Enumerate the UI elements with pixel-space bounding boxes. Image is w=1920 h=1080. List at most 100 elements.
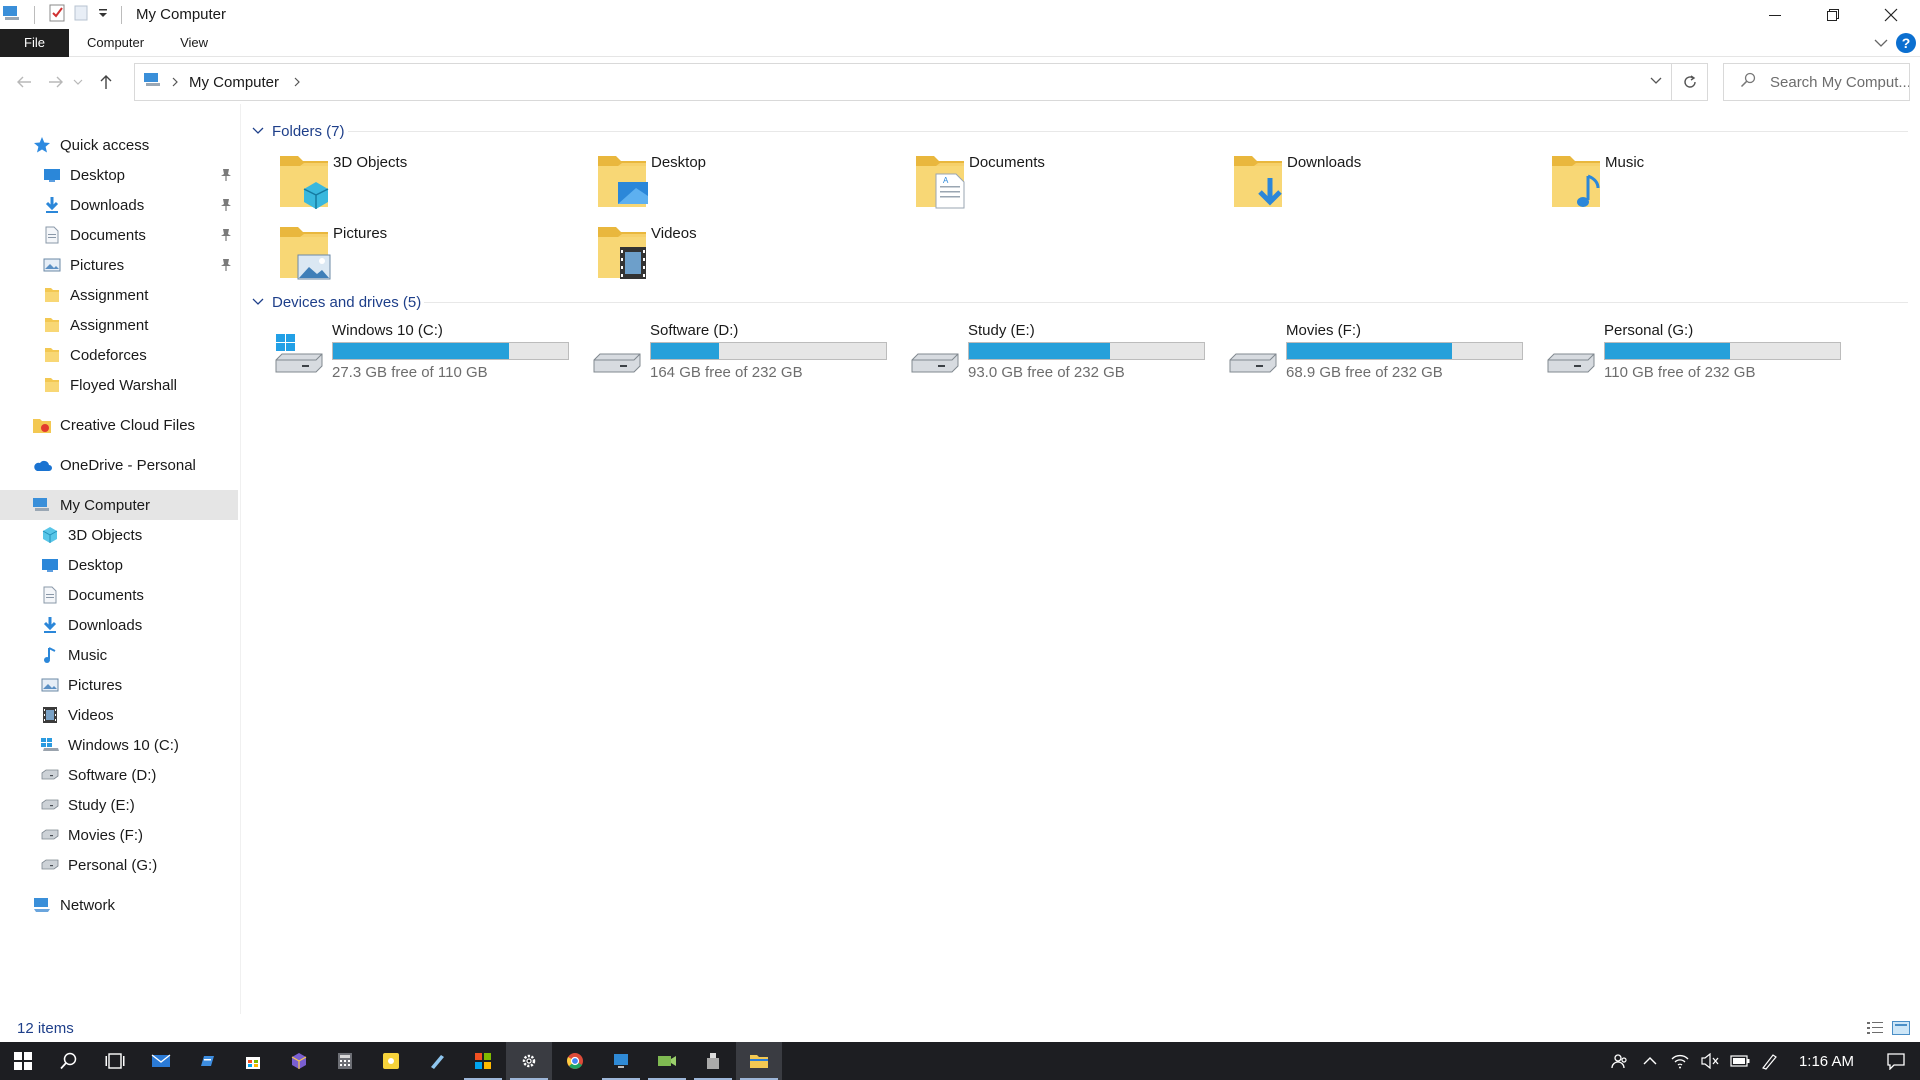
- folder-tile-music[interactable]: Music: [1548, 152, 1848, 216]
- chevron-down-icon[interactable]: [1649, 74, 1663, 92]
- battery-icon[interactable]: [1725, 1042, 1755, 1080]
- people-icon[interactable]: [1605, 1042, 1635, 1080]
- drive-tile-windows-10-c[interactable]: Windows 10 (C:) 27.3 GB free of 110 GB: [272, 322, 582, 386]
- search-input[interactable]: Search My Comput...: [1770, 74, 1909, 91]
- sidebar-item-network[interactable]: Network: [0, 890, 238, 920]
- drive-free-space: 27.3 GB free of 110 GB: [332, 364, 488, 381]
- sidebar-item-study-e[interactable]: Study (E:): [0, 790, 238, 820]
- mail-app-icon[interactable]: [138, 1042, 184, 1080]
- drive-icon: [40, 765, 60, 785]
- pen-app-icon[interactable]: [414, 1042, 460, 1080]
- sidebar-item-movies-f[interactable]: Movies (F:): [0, 820, 238, 850]
- refresh-button[interactable]: [1672, 63, 1708, 101]
- cube-app-icon[interactable]: [276, 1042, 322, 1080]
- sidebar-item-downloads[interactable]: Downloads: [0, 190, 238, 220]
- details-view-icon[interactable]: [1866, 1020, 1884, 1040]
- sidebar-item-videos[interactable]: Videos: [0, 700, 238, 730]
- sidebar-item-downloads[interactable]: Downloads: [0, 610, 238, 640]
- search-icon[interactable]: [46, 1042, 92, 1080]
- sidebar-item-music[interactable]: Music: [0, 640, 238, 670]
- drive-usage-fill: [1287, 343, 1452, 359]
- drive-tile-movies-f[interactable]: Movies (F:) 68.9 GB free of 232 GB: [1226, 322, 1536, 386]
- chevron-right-icon[interactable]: [293, 74, 301, 91]
- sidebar-item-documents[interactable]: Documents: [0, 580, 238, 610]
- folder-tile-documents[interactable]: A Documents: [912, 152, 1212, 216]
- settings-app-icon[interactable]: [506, 1042, 552, 1080]
- drive-tile-study-e[interactable]: Study (E:) 93.0 GB free of 232 GB: [908, 322, 1218, 386]
- breadcrumb-my-computer[interactable]: My Computer: [189, 74, 279, 91]
- computer-icon[interactable]: [2, 4, 22, 26]
- pane-divider[interactable]: [240, 104, 241, 1014]
- sidebar-item-3d-objects[interactable]: 3D Objects: [0, 520, 238, 550]
- tiles-view-icon[interactable]: [1892, 1020, 1910, 1040]
- start-button[interactable]: [0, 1042, 46, 1080]
- recent-locations-button[interactable]: [70, 67, 86, 97]
- calculator-app-icon[interactable]: [322, 1042, 368, 1080]
- chevron-right-icon[interactable]: [171, 74, 179, 91]
- help-icon[interactable]: ?: [1896, 33, 1916, 53]
- sidebar-item-documents[interactable]: Documents: [0, 220, 238, 250]
- usb-app-icon[interactable]: [690, 1042, 736, 1080]
- restore-button[interactable]: [1804, 0, 1862, 29]
- customize-toolbar-icon[interactable]: [97, 6, 109, 23]
- tab-view[interactable]: View: [162, 29, 226, 57]
- drive-tile-software-d[interactable]: Software (D:) 164 GB free of 232 GB: [590, 322, 900, 386]
- drive-tile-personal-g[interactable]: Personal (G:) 110 GB free of 232 GB: [1544, 322, 1854, 386]
- edge-app-icon[interactable]: [184, 1042, 230, 1080]
- clock[interactable]: 1:16 AM: [1785, 1053, 1872, 1070]
- sidebar-item-windows-10-c[interactable]: Windows 10 (C:): [0, 730, 238, 760]
- search-box[interactable]: Search My Comput...: [1723, 63, 1910, 101]
- folder-tile-3d-objects[interactable]: 3D Objects: [276, 152, 576, 216]
- chrome-app-icon[interactable]: [552, 1042, 598, 1080]
- folder-tile-downloads[interactable]: Downloads: [1230, 152, 1530, 216]
- sidebar-item-software-d[interactable]: Software (D:): [0, 760, 238, 790]
- sidebar-item-desktop[interactable]: Desktop: [0, 160, 238, 190]
- volume-muted-icon[interactable]: [1695, 1042, 1725, 1080]
- wifi-icon[interactable]: [1665, 1042, 1695, 1080]
- sidebar-item-pictures[interactable]: Pictures: [0, 250, 238, 280]
- sidebar-item-personal-g[interactable]: Personal (G:): [0, 850, 238, 880]
- remote-app-icon[interactable]: [598, 1042, 644, 1080]
- close-button[interactable]: [1862, 0, 1920, 29]
- folder-tile-videos[interactable]: Videos: [594, 223, 894, 287]
- pin-icon[interactable]: [220, 258, 232, 276]
- store-app-icon[interactable]: [230, 1042, 276, 1080]
- pen-workspace-icon[interactable]: [1755, 1042, 1785, 1080]
- sidebar-item-quick-access[interactable]: Quick access: [0, 130, 238, 160]
- sidebar-item-assignment[interactable]: Assignment: [0, 310, 238, 340]
- chevron-up-icon[interactable]: [1635, 1042, 1665, 1080]
- media-app-icon[interactable]: [644, 1042, 690, 1080]
- folder-icon: [42, 345, 62, 365]
- pin-icon[interactable]: [220, 168, 232, 186]
- back-button[interactable]: [10, 67, 38, 97]
- sticky-notes-app-icon[interactable]: [368, 1042, 414, 1080]
- sidebar-item-floyed-warshall[interactable]: Floyed Warshall: [0, 370, 238, 400]
- folder-tile-pictures[interactable]: Pictures: [276, 223, 576, 287]
- sidebar-item-onedrive[interactable]: OneDrive - Personal: [0, 450, 238, 480]
- address-bar[interactable]: My Computer: [134, 63, 1672, 101]
- drives-group-header[interactable]: Devices and drives (5): [252, 291, 421, 313]
- action-center-icon[interactable]: [1872, 1042, 1920, 1080]
- pin-icon[interactable]: [220, 198, 232, 216]
- sidebar-item-assignment[interactable]: Assignment: [0, 280, 238, 310]
- sidebar-item-pictures[interactable]: Pictures: [0, 670, 238, 700]
- tab-computer[interactable]: Computer: [69, 29, 162, 57]
- tab-file[interactable]: File: [0, 28, 69, 57]
- sidebar-item-codeforces[interactable]: Codeforces: [0, 340, 238, 370]
- forward-button[interactable]: [42, 67, 70, 97]
- file-explorer-app-icon[interactable]: [736, 1042, 782, 1080]
- pin-icon[interactable]: [220, 228, 232, 246]
- properties-icon[interactable]: [49, 4, 65, 26]
- task-view-icon[interactable]: [92, 1042, 138, 1080]
- office-app-icon[interactable]: [460, 1042, 506, 1080]
- folders-group-header[interactable]: Folders (7): [252, 120, 345, 142]
- up-button[interactable]: [92, 67, 120, 97]
- sidebar-item-my-computer[interactable]: My Computer: [0, 490, 238, 520]
- sidebar-item-desktop[interactable]: Desktop: [0, 550, 238, 580]
- title-bar: My Computer: [0, 0, 1920, 29]
- new-folder-icon[interactable]: [73, 4, 89, 26]
- folder-tile-desktop[interactable]: Desktop: [594, 152, 894, 216]
- sidebar-item-creative-cloud[interactable]: Creative Cloud Files: [0, 410, 238, 440]
- minimize-button[interactable]: [1746, 0, 1804, 29]
- expand-ribbon-icon[interactable]: [1874, 35, 1888, 52]
